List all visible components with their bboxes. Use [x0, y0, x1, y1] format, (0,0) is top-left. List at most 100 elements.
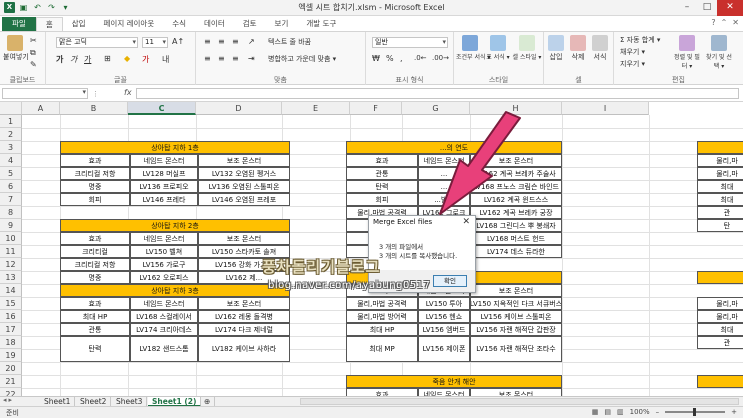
- column-header-d[interactable]: D: [196, 102, 282, 115]
- tab-insert[interactable]: 삽입: [63, 17, 95, 31]
- table-header-cell[interactable]: 보조 몬스터: [198, 232, 290, 245]
- table-cell[interactable]: 크리티컬 저항: [60, 258, 130, 271]
- zoom-slider[interactable]: [665, 408, 726, 416]
- table-cell[interactable]: LV136 오염된 스톨피온: [198, 180, 290, 193]
- sort-filter-button[interactable]: 정렬 및 필터 ▾: [674, 35, 700, 70]
- table-cell[interactable]: LV168 그린디스 뿌 봉쇄자: [470, 219, 562, 232]
- table-cell[interactable]: 관통: [346, 167, 418, 180]
- formula-input[interactable]: [136, 88, 739, 99]
- table-cell-partial[interactable]: 물리,마: [697, 167, 743, 180]
- table-cell[interactable]: LV174 다크 제네럴: [198, 323, 290, 336]
- table-cell-partial[interactable]: 관: [697, 206, 743, 219]
- tab-data[interactable]: 데이터: [195, 17, 234, 31]
- table-title-partial[interactable]: [697, 271, 743, 284]
- tab-home[interactable]: 홈: [35, 17, 63, 31]
- underline-icon[interactable]: 가: [84, 54, 91, 65]
- column-header-h[interactable]: H: [470, 102, 562, 115]
- table-header-cell[interactable]: 효과: [60, 232, 130, 245]
- table-cell[interactable]: 크리티컬: [60, 245, 130, 258]
- delete-cells-button[interactable]: 삭제: [568, 35, 588, 62]
- insert-function-icon[interactable]: fx: [124, 88, 132, 97]
- tab-file[interactable]: 파일: [2, 17, 36, 31]
- table-cell[interactable]: 관통: [60, 323, 130, 336]
- row-header-17[interactable]: 17: [0, 323, 22, 336]
- table-cell[interactable]: LV150 벨쳐: [130, 245, 198, 258]
- table-title[interactable]: 상아탑 지하 1층: [60, 141, 290, 154]
- column-header-g[interactable]: G: [402, 102, 470, 115]
- row-header-18[interactable]: 18: [0, 336, 22, 349]
- table-cell[interactable]: LV156 제이폰: [418, 336, 470, 362]
- table-title[interactable]: 상아탑 지하 3층: [60, 284, 290, 297]
- table-cell[interactable]: LV162 계곡 윈드스스: [470, 193, 562, 206]
- paste-button[interactable]: 붙여넣기: [3, 35, 29, 62]
- table-cell[interactable]: LV150 투아: [418, 297, 470, 310]
- table-cell[interactable]: LV174 데스 듀라한: [470, 245, 562, 258]
- align-left-icon[interactable]: ≡: [204, 54, 211, 63]
- table-cell[interactable]: LV136 프로피오: [130, 180, 198, 193]
- table-cell[interactable]: ...: [418, 180, 470, 193]
- font-color-icon[interactable]: 가: [142, 54, 149, 65]
- table-header-cell[interactable]: 네임드 몬스터: [130, 297, 198, 310]
- row-header-4[interactable]: 4: [0, 154, 22, 167]
- row-header-20[interactable]: 20: [0, 362, 22, 375]
- align-bottom-icon[interactable]: ≡: [232, 37, 239, 46]
- select-all-corner[interactable]: [0, 102, 22, 115]
- row-header-19[interactable]: 19: [0, 349, 22, 362]
- table-header-cell[interactable]: 네임드 몬스터: [418, 388, 470, 396]
- table-cell[interactable]: ...: [418, 167, 470, 180]
- table-header-cell[interactable]: 네임드 몬스터: [130, 232, 198, 245]
- table-cell[interactable]: 물리,마법 방어력: [346, 310, 418, 323]
- cell-style-button[interactable]: 셀 스타일 ▾: [512, 35, 542, 61]
- row-header-1[interactable]: 1: [0, 115, 22, 128]
- table-cell[interactable]: LV128 머실프: [130, 167, 198, 180]
- row-header-10[interactable]: 10: [0, 232, 22, 245]
- row-header-13[interactable]: 13: [0, 271, 22, 284]
- table-header-cell[interactable]: 효과: [60, 154, 130, 167]
- column-header-c[interactable]: C: [128, 102, 196, 115]
- table-header-cell[interactable]: 네임드 몬스터: [418, 154, 470, 167]
- table-cell[interactable]: LV162 계곡 브레카 주술사: [470, 167, 562, 180]
- font-name-select[interactable]: 맑은 고딕: [56, 37, 138, 48]
- row-header-5[interactable]: 5: [0, 167, 22, 180]
- table-cell[interactable]: LV182 샌드스톰: [130, 336, 198, 362]
- zoom-in-icon[interactable]: +: [731, 408, 737, 416]
- row-header-14[interactable]: 14: [0, 284, 22, 297]
- percent-icon[interactable]: %: [386, 54, 394, 63]
- align-right-icon[interactable]: ≡: [232, 54, 239, 63]
- font-size-select[interactable]: 11: [142, 37, 168, 48]
- table-cell[interactable]: 물리,마법 공격력: [346, 297, 418, 310]
- page-layout-view-icon[interactable]: ▤: [604, 408, 611, 416]
- horizontal-scrollbar[interactable]: [300, 398, 739, 405]
- table-header-cell[interactable]: 네임드 몬스터: [130, 154, 198, 167]
- table-cell[interactable]: LV132 오염된 펭거스: [198, 167, 290, 180]
- wrap-text-button[interactable]: 텍스트 줄 바꿈: [268, 37, 311, 47]
- table-cell[interactable]: 탄력: [60, 336, 130, 362]
- row-header-21[interactable]: 21: [0, 375, 22, 388]
- table-cell[interactable]: LV174 크리아데스: [130, 323, 198, 336]
- row-header-16[interactable]: 16: [0, 310, 22, 323]
- grow-font-icon[interactable]: A↑: [172, 37, 184, 46]
- table-title[interactable]: ...의 연도: [346, 141, 562, 154]
- table-header-cell[interactable]: 보조 몬스터: [470, 284, 562, 297]
- table-header-cell[interactable]: 보조 몬스터: [470, 388, 562, 396]
- table-header-cell[interactable]: 보조 몬스터: [470, 154, 562, 167]
- table-cell-partial[interactable]: 물리,마: [697, 310, 743, 323]
- table-title[interactable]: 상아탑 지하 2층: [60, 219, 290, 232]
- border-icon[interactable]: ⊞: [104, 54, 111, 63]
- row-header-15[interactable]: 15: [0, 297, 22, 310]
- maximize-icon[interactable]: □: [697, 0, 717, 16]
- row-header-8[interactable]: 8: [0, 206, 22, 219]
- table-cell[interactable]: 명중: [60, 271, 130, 284]
- column-header-i[interactable]: I: [562, 102, 649, 115]
- format-cells-button[interactable]: 서식: [590, 35, 610, 62]
- column-header-f[interactable]: F: [350, 102, 402, 115]
- table-cell[interactable]: LV156 자랜 해적단 조타수: [470, 336, 562, 362]
- table-cell-partial[interactable]: 최대: [697, 180, 743, 193]
- column-header-b[interactable]: B: [60, 102, 128, 115]
- orientation-icon[interactable]: ↗: [248, 37, 255, 46]
- table-title-partial[interactable]: [697, 375, 743, 388]
- table-cell-partial[interactable]: 최대: [697, 193, 743, 206]
- bold-icon[interactable]: 가: [56, 54, 63, 65]
- row-header-6[interactable]: 6: [0, 180, 22, 193]
- minimize-icon[interactable]: –: [677, 0, 697, 16]
